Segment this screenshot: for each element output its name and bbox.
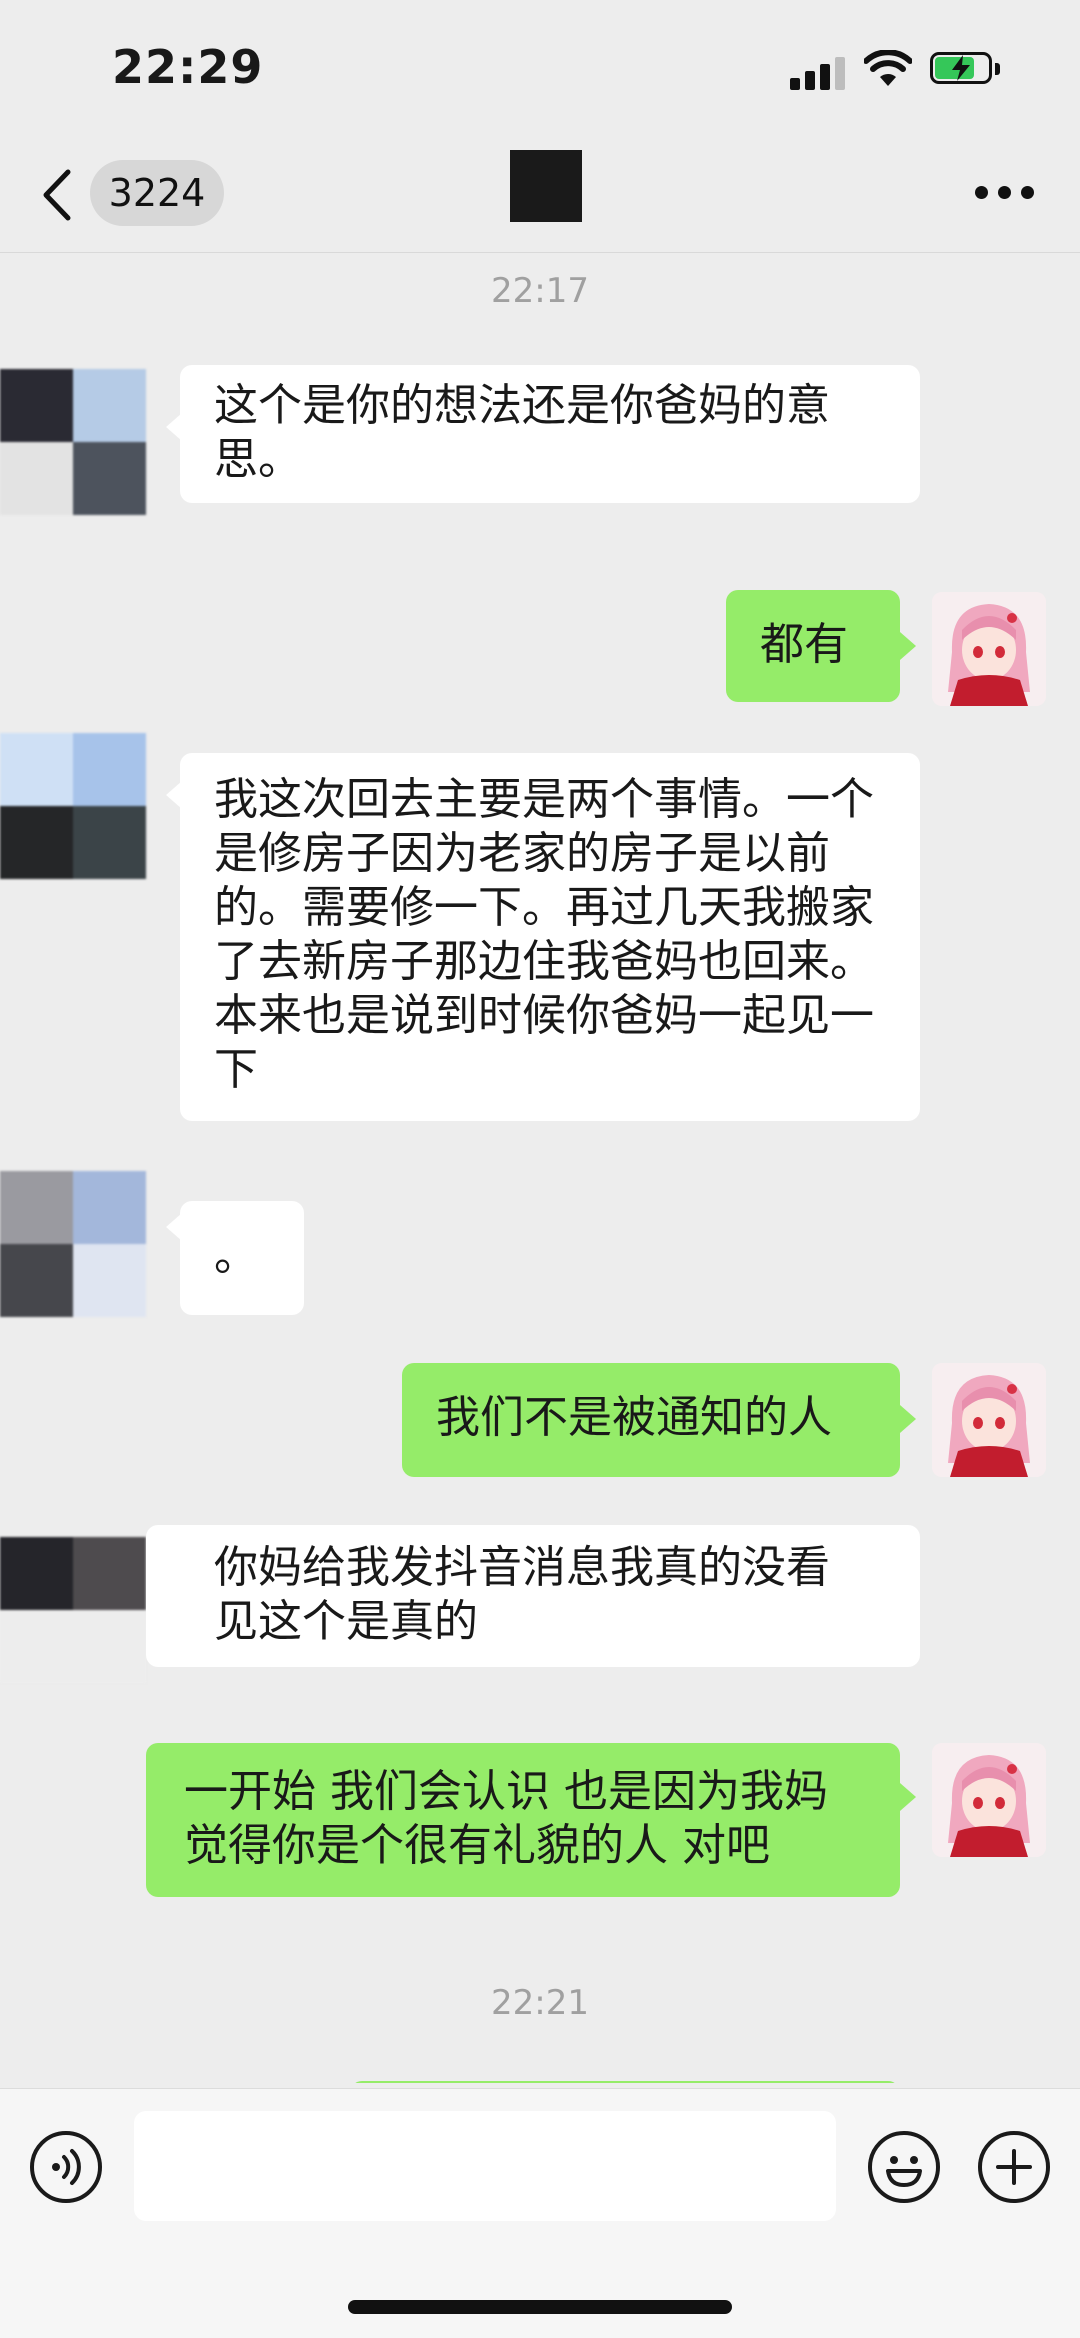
battery-charging-icon bbox=[930, 52, 1002, 88]
status-time: 22:29 bbox=[112, 40, 264, 94]
avatar[interactable] bbox=[0, 1537, 146, 1683]
message-bubble-outgoing[interactable]: 都有 bbox=[726, 590, 900, 702]
voice-icon[interactable] bbox=[30, 2131, 102, 2203]
wifi-icon bbox=[864, 50, 912, 86]
avatar[interactable] bbox=[0, 733, 146, 879]
avatar[interactable] bbox=[932, 1363, 1046, 1477]
message-list[interactable]: 22:17 这个是你的想法还是你爸妈的意思。 都有 我这次回去主要是两个事情。一… bbox=[0, 253, 1080, 2083]
chat-header: 3224 bbox=[0, 140, 1080, 253]
back-chevron-icon[interactable] bbox=[40, 168, 74, 222]
emoji-icon[interactable] bbox=[868, 2131, 940, 2203]
message-bubble-incoming[interactable]: 你妈给我发抖音消息我真的没看见这个是真的 bbox=[146, 1525, 920, 1667]
cellular-signal-icon bbox=[790, 56, 846, 90]
plus-icon[interactable] bbox=[978, 2131, 1050, 2203]
message-bubble-outgoing[interactable]: 一开始 我们会认识 也是因为我妈觉得你是个很有礼貌的人 对吧 bbox=[146, 1743, 900, 1897]
message-bubble-incoming[interactable]: 我这次回去主要是两个事情。一个是修房子因为老家的房子是以前的。需要修一下。再过几… bbox=[180, 753, 920, 1121]
message-input[interactable] bbox=[134, 2111, 836, 2221]
timestamp: 22:17 bbox=[491, 271, 589, 311]
status-bar: 22:29 bbox=[0, 0, 1080, 140]
avatar[interactable] bbox=[0, 369, 146, 515]
message-bubble-incoming[interactable]: 这个是你的想法还是你爸妈的意思。 bbox=[180, 365, 920, 503]
avatar[interactable] bbox=[932, 1743, 1046, 1857]
unread-count-badge[interactable]: 3224 bbox=[90, 160, 224, 226]
message-bubble-outgoing-partial[interactable] bbox=[350, 2081, 900, 2083]
avatar[interactable] bbox=[932, 592, 1046, 706]
timestamp: 22:21 bbox=[491, 1983, 589, 2023]
more-dots-icon[interactable] bbox=[975, 186, 1035, 202]
message-bubble-outgoing[interactable]: 我们不是被通知的人 bbox=[402, 1363, 900, 1477]
message-bubble-incoming[interactable]: 。 bbox=[180, 1201, 304, 1315]
redacted-contact-name bbox=[510, 150, 582, 222]
avatar[interactable] bbox=[0, 1171, 146, 1317]
home-indicator[interactable] bbox=[348, 2300, 732, 2314]
